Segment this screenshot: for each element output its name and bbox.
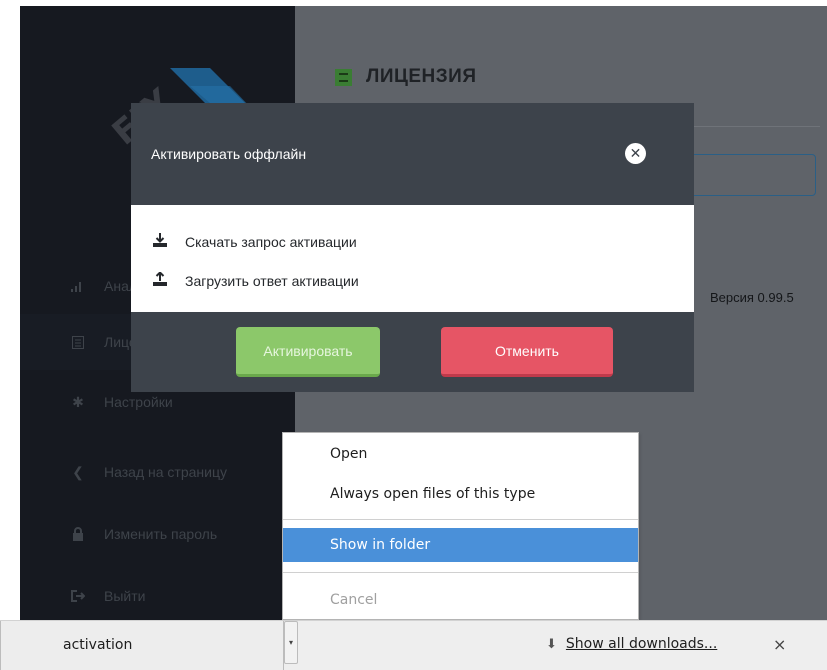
dialog-header: Активировать оффлайн ✕ bbox=[131, 103, 694, 205]
sidebar-item-label: Назад на страницу bbox=[104, 464, 227, 480]
download-request-link[interactable]: Скачать запрос активации bbox=[153, 233, 357, 250]
bar-chart-icon bbox=[66, 280, 90, 292]
upload-response-label: Загрузить ответ активации bbox=[185, 272, 359, 289]
download-arrow-icon: ⬇ bbox=[546, 636, 557, 652]
left-margin bbox=[0, 0, 20, 670]
sidebar-item-change-password[interactable]: Изменить пароль bbox=[20, 508, 295, 560]
sidebar-item-logout[interactable]: Выйти bbox=[20, 570, 295, 620]
menu-item-always-open[interactable]: Always open files of this type bbox=[283, 477, 638, 511]
activate-offline-dialog: Активировать оффлайн ✕ Скачать запрос ак… bbox=[131, 103, 694, 392]
dialog-body: Скачать запрос активации Загрузить ответ… bbox=[131, 205, 694, 312]
close-icon[interactable]: ✕ bbox=[625, 143, 646, 164]
upload-icon bbox=[153, 271, 169, 289]
menu-item-open[interactable]: Open bbox=[283, 437, 638, 471]
download-item[interactable]: activation bbox=[0, 621, 284, 670]
top-margin bbox=[20, 0, 827, 6]
gear-icon: ✱ bbox=[72, 393, 84, 410]
upload-response-link[interactable]: Загрузить ответ активации bbox=[153, 271, 359, 289]
close-icon[interactable]: × bbox=[773, 635, 786, 654]
sidebar-item-label: Изменить пароль bbox=[104, 526, 218, 542]
show-all-downloads-link[interactable]: ⬇ Show all downloads... bbox=[546, 636, 717, 652]
sidebar-item-back[interactable]: ❮ Назад на страницу bbox=[20, 446, 295, 498]
menu-separator bbox=[283, 572, 638, 573]
page-title-text: ЛИЦЕНЗИЯ bbox=[366, 66, 477, 87]
version-label: Версия 0.99.5 bbox=[710, 290, 794, 305]
menu-item-cancel: Cancel bbox=[330, 592, 378, 608]
document-icon bbox=[335, 68, 352, 86]
page-title: ЛИЦЕНЗИЯ bbox=[335, 66, 476, 88]
sign-out-icon bbox=[66, 590, 90, 602]
list-icon bbox=[66, 335, 90, 349]
lock-icon bbox=[66, 527, 90, 541]
menu-separator bbox=[283, 519, 638, 520]
show-all-label: Show all downloads... bbox=[565, 636, 718, 652]
download-file-name: activation bbox=[63, 637, 133, 653]
sidebar-item-label: Настройки bbox=[104, 394, 173, 410]
downloads-bar: activation ▾ ⬇ Show all downloads... × bbox=[0, 620, 827, 670]
download-context-menu: Open Always open files of this type Show… bbox=[282, 432, 639, 620]
menu-item-show-in-folder[interactable]: Show in folder bbox=[283, 528, 638, 562]
download-request-label: Скачать запрос активации bbox=[185, 233, 357, 250]
chevron-down-icon[interactable]: ▾ bbox=[284, 621, 298, 664]
download-icon bbox=[153, 233, 169, 250]
dialog-footer: Активировать Отменить bbox=[131, 312, 694, 392]
dialog-title: Активировать оффлайн bbox=[151, 146, 307, 162]
chevron-left-icon: ❮ bbox=[72, 463, 84, 480]
cancel-button[interactable]: Отменить bbox=[441, 327, 613, 377]
activate-button[interactable]: Активировать bbox=[236, 327, 380, 377]
sidebar-item-label: Выйти bbox=[104, 588, 146, 604]
license-key-input[interactable] bbox=[690, 154, 816, 196]
